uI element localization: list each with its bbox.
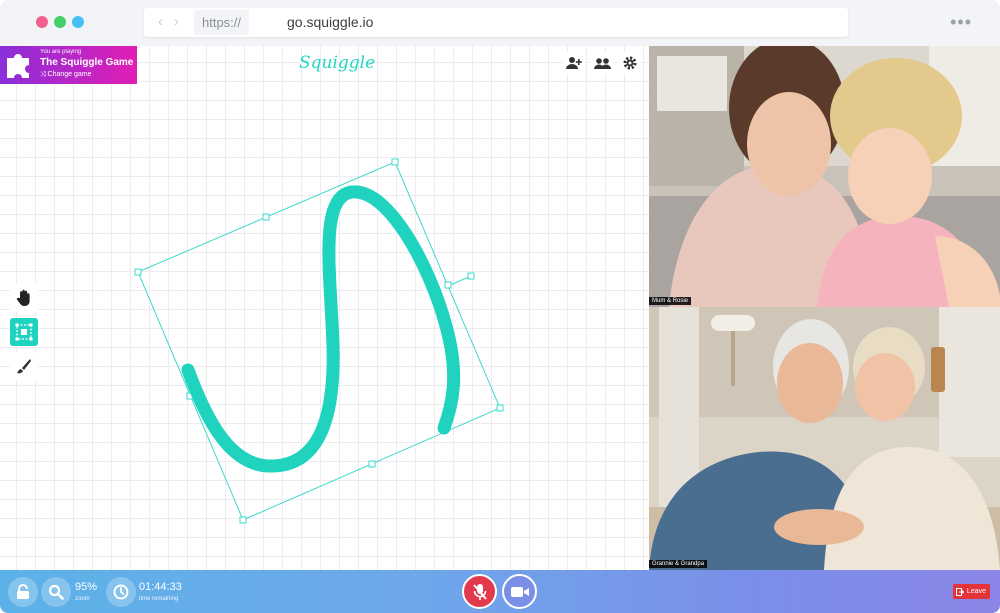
window-maximize-dot[interactable] xyxy=(72,16,84,28)
leave-button[interactable]: Leave xyxy=(952,584,990,599)
game-pre-label: You are playing xyxy=(40,49,82,55)
back-arrow-icon[interactable]: ‹ xyxy=(158,13,163,29)
select-tool[interactable] xyxy=(10,318,38,346)
video-tile-grannie-grandpa[interactable]: Grannie & Grandpa xyxy=(649,307,1000,570)
game-title: The Squiggle Game xyxy=(40,57,134,68)
participants-icon xyxy=(593,57,611,69)
puzzle-icon xyxy=(7,54,29,78)
selection-handle[interactable] xyxy=(262,213,270,221)
zoom-caption: zoom xyxy=(75,596,90,602)
search-icon xyxy=(48,584,64,600)
settings-icon xyxy=(623,56,637,70)
more-dots-icon[interactable]: ••• xyxy=(950,12,972,33)
app-window: ‹ › https:// go.squiggle.io ••• You are … xyxy=(0,0,1000,613)
participants-button[interactable] xyxy=(591,52,613,74)
settings-button[interactable] xyxy=(619,52,641,74)
rotate-handle[interactable] xyxy=(467,272,475,280)
url-scheme: https:// xyxy=(194,10,250,35)
add-user-icon xyxy=(566,57,582,69)
video-tile-mum-rosie[interactable]: Mum & Rosie xyxy=(649,46,1000,307)
camera-button[interactable] xyxy=(502,574,537,609)
video-label: Grannie & Grandpa xyxy=(649,560,708,568)
squiggle-stroke[interactable] xyxy=(181,185,461,473)
leave-label: Leave xyxy=(966,588,986,595)
tool-palette xyxy=(10,284,40,386)
hand-icon xyxy=(16,289,30,306)
time-remaining-caption: time remaining xyxy=(139,596,179,602)
video-feed-1 xyxy=(649,46,1000,307)
time-remaining-value: 01:44:33 xyxy=(139,581,182,593)
video-camera-icon xyxy=(510,586,529,597)
brush-icon xyxy=(17,359,31,374)
hand-tool[interactable] xyxy=(10,284,38,312)
current-game-badge[interactable]: You are playing The Squiggle Game ⤨ Chan… xyxy=(0,46,137,84)
url-text[interactable]: go.squiggle.io xyxy=(287,14,373,30)
lock-icon xyxy=(17,584,29,599)
select-icon xyxy=(15,323,33,341)
video-label: Mum & Rosie xyxy=(649,297,692,305)
selection-handle[interactable] xyxy=(239,516,247,524)
exit-icon xyxy=(955,587,964,596)
selection-handle[interactable] xyxy=(496,404,504,412)
forward-arrow-icon[interactable]: › xyxy=(174,13,179,29)
top-toolbar xyxy=(563,52,641,74)
browser-chrome: ‹ › https:// go.squiggle.io ••• xyxy=(0,0,1000,46)
zoom-value: 95% xyxy=(75,581,98,593)
video-feed-2 xyxy=(649,307,1000,570)
selection-handle[interactable] xyxy=(444,281,452,289)
mute-microphone-button[interactable] xyxy=(462,574,497,609)
selection-handle[interactable] xyxy=(134,268,142,276)
bottom-toolbar: 95% zoom 01:44:33 time remaining Leave xyxy=(0,570,1000,613)
lock-button[interactable] xyxy=(8,577,38,607)
selection-handle[interactable] xyxy=(391,158,399,166)
window-close-dot[interactable] xyxy=(36,16,48,28)
selection-handle[interactable] xyxy=(368,460,376,468)
add-user-button[interactable] xyxy=(563,52,585,74)
address-bar[interactable]: ‹ › https:// go.squiggle.io xyxy=(144,8,848,37)
change-game-link[interactable]: ⤨ Change game xyxy=(40,71,92,79)
microphone-muted-icon xyxy=(472,583,487,600)
zoom-button[interactable] xyxy=(41,577,71,607)
squiggle-logo: Squiggle xyxy=(299,53,376,73)
drawing-layer[interactable] xyxy=(0,46,649,570)
video-panel: Mum & Rosie Grannie & Grandpa xyxy=(649,46,1000,570)
brush-tool[interactable] xyxy=(10,352,38,380)
clock-icon xyxy=(113,584,129,600)
timer-button[interactable] xyxy=(106,577,136,607)
window-minimize-dot[interactable] xyxy=(54,16,66,28)
drawing-canvas[interactable]: You are playing The Squiggle Game ⤨ Chan… xyxy=(0,46,649,570)
